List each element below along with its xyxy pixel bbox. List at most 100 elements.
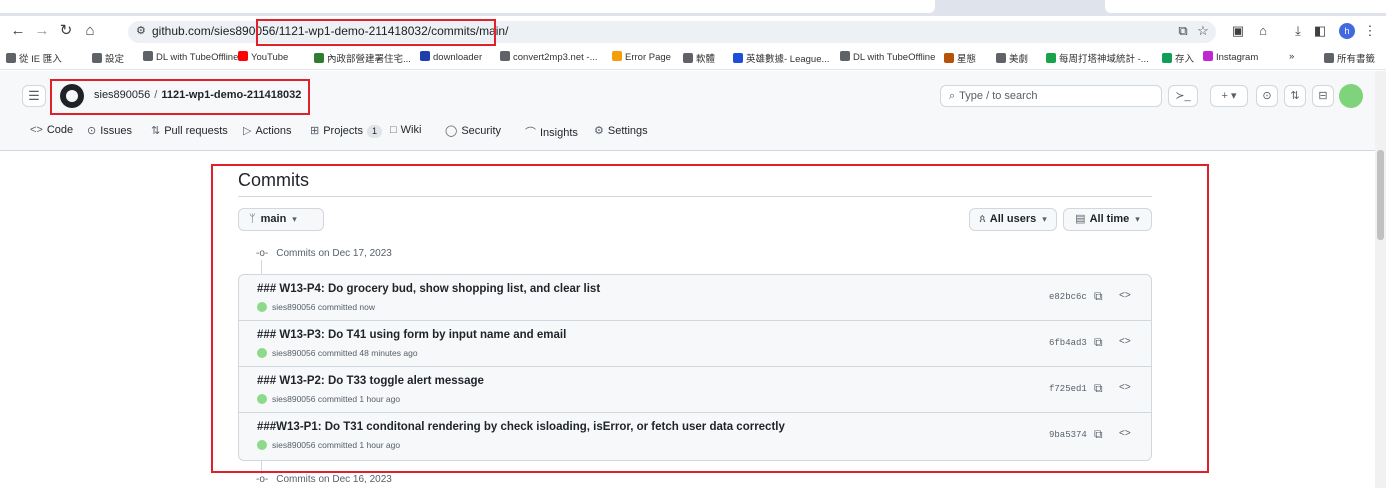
profile-avatar[interactable]: h (1339, 23, 1355, 39)
bookmark-favicon-icon (143, 51, 153, 61)
bookmark-label: 每周打塔神域統計 -... (1059, 54, 1149, 65)
command-palette-button[interactable]: ≻_ (1168, 85, 1198, 107)
bookmark-item[interactable]: YouTube (238, 51, 288, 63)
bookmark-favicon-icon (238, 51, 248, 61)
bookmark-favicon-icon (612, 51, 622, 61)
bookmark-favicon-icon (1203, 51, 1213, 61)
bookmark-item[interactable]: 存入 (1162, 51, 1194, 65)
bookmark-favicon-icon (996, 53, 1006, 63)
bookmark-item[interactable]: 美劇 (996, 51, 1028, 65)
commit-dot-icon: -o- (256, 474, 269, 485)
bookmark-label: Error Page (625, 52, 671, 63)
bookmark-favicon-icon (683, 53, 693, 63)
translate-icon[interactable]: ⧉ (1175, 23, 1191, 39)
tab-pull-requests[interactable]: ⇅ Pull requests (151, 124, 228, 137)
pull-requests-icon[interactable]: ⇅ (1284, 85, 1306, 107)
search-placeholder: Type / to search (959, 90, 1038, 102)
hamburger-menu-icon[interactable]: ☰ (22, 85, 46, 107)
bookmark-item[interactable]: 設定 (92, 51, 124, 65)
extension-icon[interactable]: ▣ (1230, 23, 1246, 39)
bookmark-label: DL with TubeOffline (156, 52, 239, 63)
graph-icon: ⌒ (525, 127, 536, 139)
tab-label: Projects (323, 125, 363, 137)
tab-settings[interactable]: ⚙ Settings (594, 124, 648, 137)
tab-counter: 1 (366, 125, 382, 138)
bookmark-favicon-icon (500, 51, 510, 61)
tab-security[interactable]: ◯ Security (445, 124, 501, 137)
bookmark-favicon-icon (1324, 53, 1334, 63)
issue-icon: ⊙ (87, 125, 97, 137)
search-icon: ⌕ (949, 90, 956, 102)
bookmark-item[interactable]: convert2mp3.net -... (500, 51, 597, 63)
bookmark-label: DL with TubeOffline (853, 52, 936, 63)
bookmark-label: YouTube (251, 52, 289, 63)
forward-icon[interactable]: → (32, 21, 52, 41)
inbox-icon[interactable]: ⊟ (1312, 85, 1334, 107)
page-scrollbar[interactable] (1375, 71, 1386, 488)
active-tab[interactable] (0, 0, 935, 13)
tab-insights[interactable]: ⌒ Insights (525, 124, 578, 140)
tab-label: Issues (100, 125, 133, 137)
bookmark-item[interactable]: 從 IE 匯入 (6, 51, 62, 65)
search-input[interactable]: ⌕ Type / to search (940, 85, 1162, 107)
bookmark-label: 軟體 (696, 54, 716, 65)
tab-label: Pull requests (164, 125, 228, 137)
tab-label: Actions (255, 125, 292, 137)
download-icon[interactable]: ⤓ (1290, 23, 1306, 39)
bookmark-star-icon[interactable]: ☆ (1195, 23, 1211, 39)
tab-label: Code (46, 124, 74, 136)
site-info-icon[interactable]: ⚙ (136, 24, 146, 37)
tab-code[interactable]: <> Code (30, 124, 73, 136)
create-new-button[interactable]: + ▾ (1210, 85, 1248, 107)
home-icon[interactable]: ⌂ (80, 21, 100, 41)
commit-group-header: -o- Commits on Dec 16, 2023 (256, 474, 392, 485)
bookmark-label: 存入 (1175, 54, 1195, 65)
bookmark-label: 設定 (105, 54, 125, 65)
bookmark-item[interactable]: » (1289, 51, 1294, 62)
tab-label: Security (461, 125, 502, 137)
scrollbar-thumb[interactable] (1377, 150, 1384, 240)
bookmark-label: 內政部營建署住宅... (327, 54, 411, 65)
bookmark-label: downloader (433, 52, 483, 63)
book-icon: □ (390, 124, 397, 136)
gear-icon: ⚙ (594, 125, 604, 137)
annotation-url-highlight (256, 19, 496, 46)
bookmark-item[interactable]: DL with TubeOffline (840, 51, 935, 63)
table-icon: ⊞ (310, 125, 320, 137)
annotation-repo-highlight (50, 79, 310, 115)
tab-actions[interactable]: ▷ Actions (243, 124, 292, 137)
bookmark-favicon-icon (1162, 53, 1172, 63)
bookmark-favicon-icon (314, 53, 324, 63)
issues-icon[interactable]: ⊙ (1256, 85, 1278, 107)
bookmark-item[interactable]: 內政部營建署住宅... (314, 51, 411, 65)
puzzle-icon[interactable]: ⌂ (1255, 23, 1271, 38)
user-avatar[interactable] (1339, 84, 1363, 108)
bookmark-item[interactable]: downloader (420, 51, 482, 63)
sidepanel-icon[interactable]: ◧ (1312, 23, 1328, 39)
bookmark-item[interactable]: Error Page (612, 51, 671, 63)
bookmark-item[interactable]: 英雄數據- League... (733, 51, 829, 65)
reload-icon[interactable]: ↻ (56, 21, 76, 41)
bookmark-item[interactable]: 軟體 (683, 51, 715, 65)
bookmark-label: Instagram (1216, 52, 1259, 63)
bookmark-label: 從 IE 匯入 (19, 54, 62, 65)
shield-icon: ◯ (445, 125, 458, 137)
bookmark-item[interactable]: 每周打塔神域統計 -... (1046, 51, 1149, 65)
inactive-tab[interactable] (1105, 0, 1386, 13)
tab-issues[interactable]: ⊙ Issues (87, 124, 132, 137)
bookmark-item[interactable]: 星態 (944, 51, 976, 65)
tab-wiki[interactable]: □ Wiki (390, 124, 421, 136)
bookmark-item[interactable]: 所有書籤 (1324, 51, 1375, 65)
tab-projects[interactable]: ⊞ Projects 1 (310, 124, 382, 138)
bookmark-favicon-icon (733, 53, 743, 63)
bookmark-label: 美劇 (1009, 54, 1029, 65)
bookmark-favicon-icon (92, 53, 102, 63)
bookmark-label: 所有書籤 (1337, 54, 1376, 65)
bookmark-label: 英雄數據- League... (746, 54, 830, 65)
back-icon[interactable]: ← (8, 21, 28, 41)
play-icon: ▷ (243, 125, 252, 137)
bookmark-item[interactable]: DL with TubeOffline (143, 51, 238, 63)
menu-kebab-icon[interactable]: ⋮ (1362, 23, 1378, 39)
bookmark-favicon-icon (1046, 53, 1056, 63)
bookmark-item[interactable]: Instagram (1203, 51, 1258, 63)
